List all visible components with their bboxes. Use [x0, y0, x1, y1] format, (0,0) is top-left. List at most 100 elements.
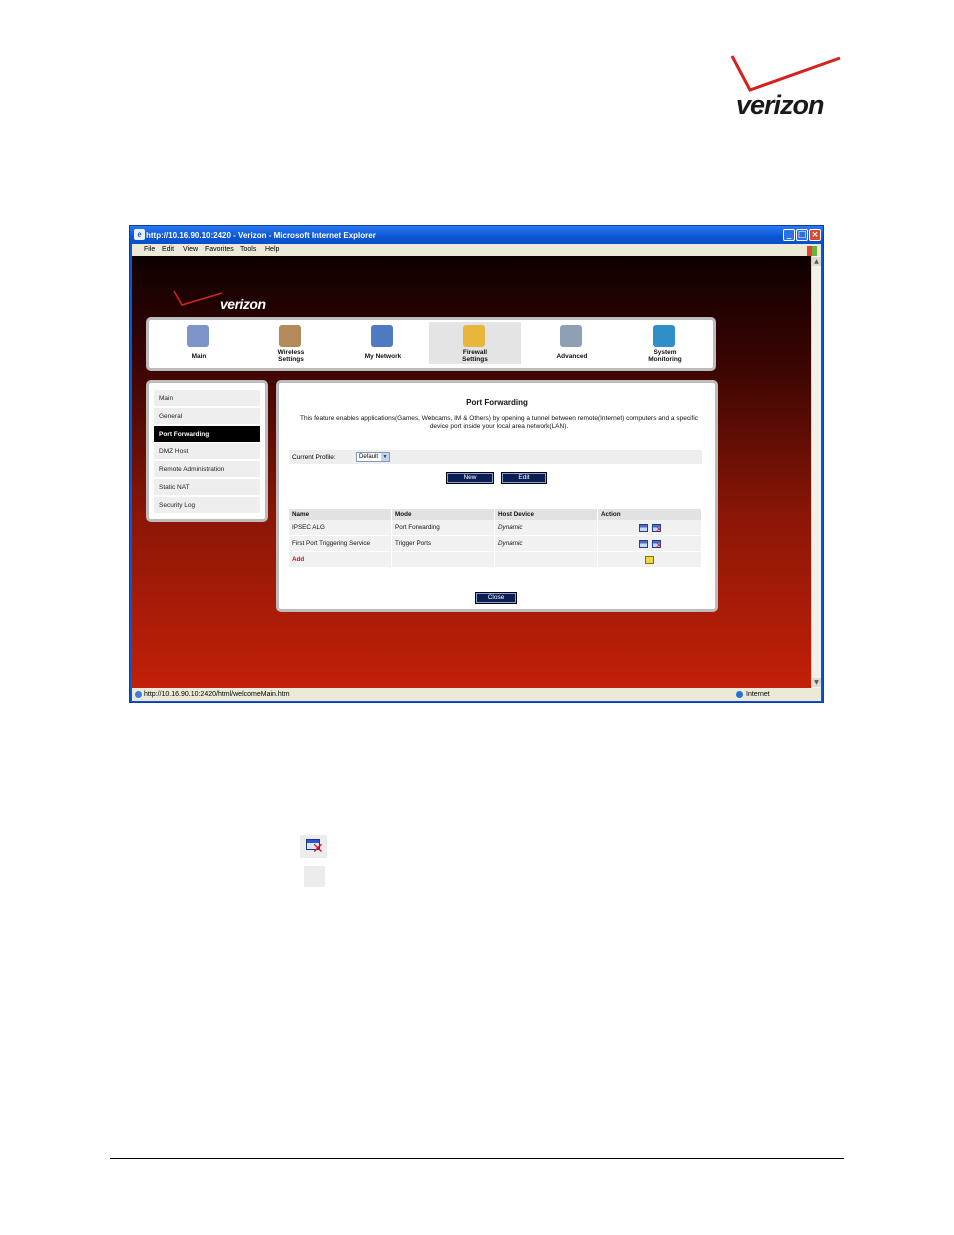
window-title: http://10.16.90.10:2420 - Verizon - Micr… [146, 231, 376, 240]
side-item-main[interactable]: Main [154, 390, 260, 406]
nav-wireless-settings[interactable]: Wireless Settings [245, 322, 337, 364]
row-mode: Port Forwarding [391, 520, 495, 536]
menu-file[interactable]: File [144, 246, 155, 253]
delete-icon[interactable] [651, 523, 662, 534]
chevron-down-icon: ▼ [381, 453, 389, 461]
document-logo-text: verizon [736, 90, 825, 120]
monitor-icon [653, 325, 675, 347]
menu-favorites[interactable]: Favorites [205, 246, 234, 253]
menu-help[interactable]: Help [265, 246, 279, 253]
page-logo-text: verizon [220, 296, 266, 312]
side-item-dmz-host[interactable]: DMZ Host [154, 443, 260, 459]
delete-icon[interactable] [651, 539, 662, 550]
network-icon [371, 325, 393, 347]
side-item-label: Main [159, 395, 174, 402]
minimize-button[interactable]: _ [783, 229, 795, 241]
title-bar: e http://10.16.90.10:2420 - Verizon - Mi… [130, 226, 823, 244]
row-actions [597, 520, 702, 536]
edit-button[interactable]: Edit [501, 472, 547, 484]
delete-legend-icon: ✕ [300, 835, 327, 858]
profile-row: Current Profile: Default ▼ [289, 450, 702, 464]
new-button[interactable]: New [446, 472, 494, 484]
port-forwarding-panel: Port Forwarding This feature enables app… [276, 380, 718, 612]
side-item-label: Remote Administration [159, 466, 225, 473]
nav-monitoring-label: System Monitoring [648, 349, 682, 363]
menu-bar: File Edit View Favorites Tools Help [132, 244, 821, 256]
page-description: This feature enables applications(Games,… [299, 415, 699, 430]
add-link[interactable]: Add [289, 551, 392, 568]
side-item-label: General [159, 413, 183, 420]
empty-cell [391, 551, 495, 568]
add-icon[interactable] [645, 555, 654, 564]
globe-icon [736, 691, 743, 698]
verizon-page-check-icon [173, 290, 223, 306]
nav-advanced-label: Advanced [556, 353, 588, 360]
footer-divider [110, 1158, 844, 1159]
table-header: Name Mode Host Device Action [289, 509, 702, 520]
side-menu: Main General Port Forwarding DMZ Host Re… [146, 380, 268, 522]
page-icon [135, 691, 142, 698]
nav-wireless-label: Wireless Settings [277, 349, 305, 363]
side-item-general[interactable]: General [154, 408, 260, 424]
empty-cell [494, 551, 598, 568]
rules-table: Name Mode Host Device Action IPSEC ALG P… [289, 509, 702, 568]
close-button[interactable]: Close [475, 592, 517, 604]
nav-network-label: My Network [364, 353, 402, 360]
menu-tools[interactable]: Tools [240, 246, 256, 253]
page-title: Port Forwarding [466, 398, 528, 407]
main-icon [187, 325, 209, 347]
maximize-button[interactable]: □ [796, 229, 808, 241]
status-bar: http://10.16.90.10:2420/html/welcomeMain… [132, 688, 821, 701]
nav-main[interactable]: Main [153, 322, 245, 364]
col-mode: Mode [391, 509, 495, 520]
nav-main-label: Main [191, 353, 207, 360]
row-name: First Port Triggering Service [289, 535, 392, 552]
side-item-port-forwarding[interactable]: Port Forwarding [154, 426, 260, 442]
col-host-device: Host Device [494, 509, 598, 520]
side-item-label: Static NAT [159, 484, 190, 491]
wireless-icon [279, 325, 301, 347]
blank-legend-icon [304, 866, 325, 887]
row-mode: Trigger Ports [391, 535, 495, 552]
nav-system-monitoring[interactable]: System Monitoring [619, 322, 711, 364]
menu-view[interactable]: View [183, 246, 198, 253]
advanced-icon [560, 325, 582, 347]
nav-my-network[interactable]: My Network [337, 322, 429, 364]
edit-icon[interactable] [638, 539, 648, 548]
status-zone: Internet [746, 691, 770, 698]
table-row: First Port Triggering Service Trigger Po… [289, 535, 702, 552]
scroll-down-icon[interactable]: ▼ [812, 678, 821, 687]
side-item-static-nat[interactable]: Static NAT [154, 479, 260, 495]
side-item-label: DMZ Host [159, 448, 189, 455]
edit-icon[interactable] [638, 523, 648, 532]
vertical-scrollbar[interactable]: ▲ ▼ [811, 256, 821, 688]
row-actions [597, 551, 702, 568]
ie-icon: e [134, 229, 145, 240]
side-item-label: Port Forwarding [159, 431, 210, 438]
menu-edit[interactable]: Edit [162, 246, 174, 253]
row-name: IPSEC ALG [289, 520, 392, 536]
scroll-up-icon[interactable]: ▲ [812, 257, 821, 266]
side-item-security-log[interactable]: Security Log [154, 497, 260, 513]
delete-x-icon: ✕ [312, 841, 324, 857]
col-name: Name [289, 509, 392, 520]
table-row-add: Add [289, 551, 702, 568]
side-item-remote-administration[interactable]: Remote Administration [154, 461, 260, 477]
nav-firewall-label: Firewall Settings [462, 349, 488, 363]
col-action: Action [597, 509, 702, 520]
profile-label: Current Profile: [292, 454, 336, 461]
browser-window: e http://10.16.90.10:2420 - Verizon - Mi… [129, 225, 824, 703]
status-url: http://10.16.90.10:2420/html/welcomeMain… [144, 691, 290, 698]
row-actions [597, 535, 702, 552]
close-window-button[interactable]: × [809, 229, 821, 241]
nav-advanced[interactable]: Advanced [526, 322, 618, 364]
nav-firewall-settings[interactable]: Firewall Settings [429, 322, 521, 364]
router-page: verizon Main Wireless Settings My Networ… [132, 256, 811, 688]
windows-flag-icon [807, 246, 817, 256]
profile-value: Default [359, 454, 379, 460]
table-row: IPSEC ALG Port Forwarding Dynamic [289, 520, 702, 536]
row-host: Dynamic [494, 520, 598, 536]
profile-select[interactable]: Default ▼ [356, 452, 390, 462]
side-item-label: Security Log [159, 502, 196, 509]
verizon-document-logo: verizon [728, 52, 848, 124]
